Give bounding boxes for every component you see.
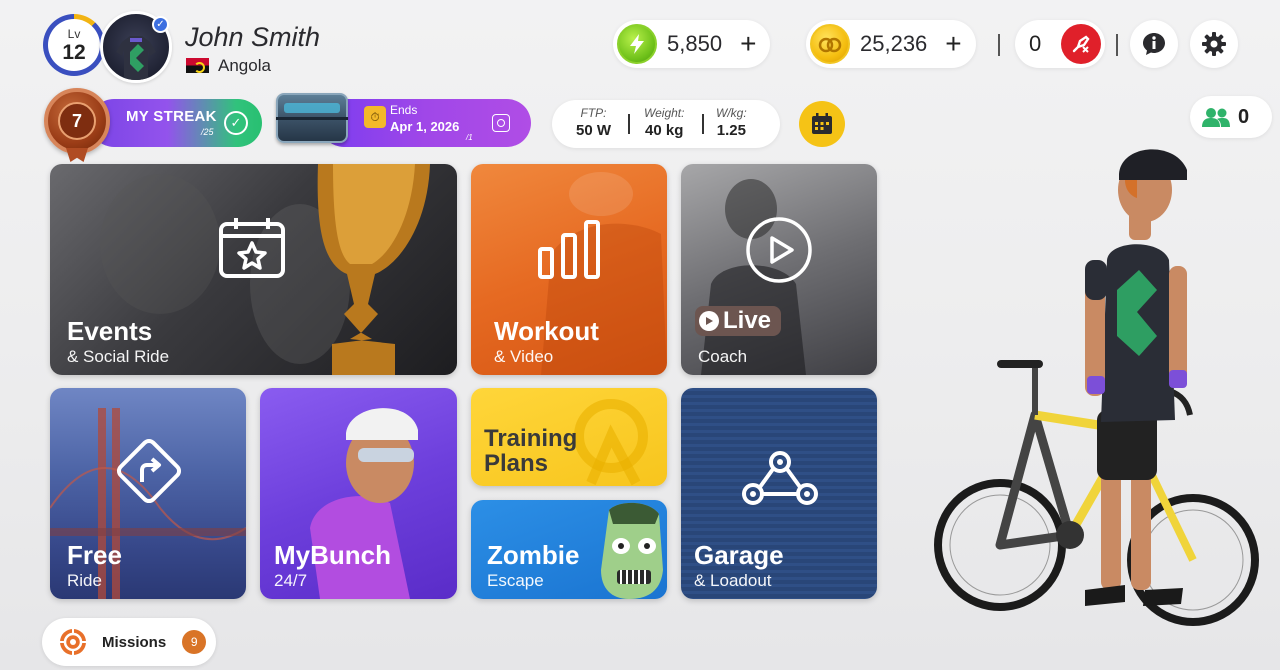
- calendar-button[interactable]: [799, 101, 845, 147]
- event-progress: /1: [466, 133, 473, 142]
- events-tile[interactable]: Events & Social Ride: [50, 164, 457, 375]
- zombie-title: Zombie: [487, 540, 580, 570]
- streak-label: MY STREAK: [126, 108, 217, 125]
- streak-value: 7: [58, 102, 96, 140]
- divider: [998, 34, 1000, 56]
- stat-label: FTP:: [580, 106, 607, 120]
- workout-title: Workout: [494, 316, 599, 346]
- reward-chest-icon: [276, 93, 348, 143]
- stat-label: Weight:: [644, 106, 685, 120]
- live-title: Live: [723, 307, 772, 334]
- play-circle-icon: [746, 217, 812, 283]
- stat-weight: Weight: 40 kg: [644, 106, 684, 139]
- stat-value: 1.25: [716, 122, 746, 139]
- calendar-star-icon: [219, 218, 285, 278]
- stat-value: 40 kg: [645, 122, 684, 139]
- free-ride-tile[interactable]: Free Ride: [50, 388, 246, 599]
- rider-stats[interactable]: FTP: 50 W Weight: 40 kg W/kg: 1.25: [552, 100, 780, 148]
- timer-icon: ⏱: [364, 106, 386, 128]
- friends-count: 0: [1238, 105, 1250, 128]
- user-name: John Smith: [185, 22, 321, 52]
- live-subtitle: Coach: [698, 347, 748, 366]
- strava-disconnected-icon[interactable]: [1061, 24, 1101, 64]
- user-country: Angola: [218, 56, 271, 75]
- add-energy-button[interactable]: +: [740, 28, 756, 60]
- divider: [702, 114, 704, 134]
- missions-button[interactable]: Missions 9: [42, 618, 216, 666]
- gear-icon: [1202, 32, 1226, 56]
- connections-count: 0: [1029, 31, 1042, 56]
- workout-subtitle: & Video: [494, 347, 554, 366]
- free-subtitle: Ride: [67, 571, 102, 590]
- calendar-icon: [812, 113, 832, 134]
- coins-balance[interactable]: 25,236 +: [806, 20, 976, 68]
- settings-button[interactable]: [1190, 20, 1238, 68]
- stat-wkg: W/kg: 1.25: [716, 106, 747, 139]
- training-title-line2: Plans: [484, 450, 549, 477]
- medal-ribbon: [66, 148, 88, 162]
- coin-icon: [810, 24, 850, 64]
- zombie-escape-tile[interactable]: Zombie Escape: [471, 500, 667, 599]
- angola-flag-icon: [186, 58, 209, 73]
- coins-amount: 25,236: [860, 31, 928, 56]
- info-button[interactable]: [1130, 20, 1178, 68]
- jersey-avatar-image: [116, 36, 156, 80]
- lightning-icon: [617, 24, 657, 64]
- mybunch-subtitle: 24/7: [274, 571, 308, 590]
- bar-chart-icon: [538, 220, 600, 279]
- workout-tile[interactable]: Workout & Video: [471, 164, 667, 375]
- live-coach-tile[interactable]: Live Coach: [681, 164, 877, 375]
- verified-badge-icon: ✓: [152, 16, 169, 33]
- ends-label: Ends: [390, 103, 418, 117]
- streak-medal-icon: 7: [44, 88, 110, 154]
- rider-with-bike-image: [934, 149, 1259, 626]
- target-icon: [492, 114, 510, 132]
- streak-progress: /25: [201, 127, 214, 137]
- info-icon: [1143, 33, 1165, 55]
- check-circle-icon: ✓: [224, 111, 248, 135]
- level-badge: Lv 12: [43, 14, 105, 76]
- friends-button[interactable]: 0: [1190, 96, 1272, 138]
- training-title: Training Plans: [484, 426, 577, 476]
- target-icon: [59, 628, 87, 656]
- connections-pill[interactable]: 0: [1015, 20, 1105, 68]
- mybunch-title: MyBunch: [274, 540, 391, 570]
- level-number: 12: [62, 40, 86, 64]
- energy-amount: 5,850: [667, 31, 723, 56]
- ends-date: Apr 1, 2026: [390, 119, 460, 134]
- level-prefix: Lv: [67, 26, 81, 41]
- chain-link-icon: [742, 451, 818, 505]
- stat-ftp: FTP: 50 W: [576, 106, 611, 139]
- stat-value: 50 W: [576, 122, 612, 139]
- missions-count-badge: 9: [182, 630, 207, 654]
- zombie-subtitle: Escape: [487, 571, 544, 590]
- live-badge: Live: [695, 306, 782, 336]
- energy-balance[interactable]: 5,850 +: [613, 20, 771, 68]
- mybunch-tile[interactable]: MyBunch 24/7: [260, 388, 457, 599]
- garage-subtitle: & Loadout: [694, 571, 772, 590]
- friends-icon: [1202, 108, 1230, 127]
- zombie-face-icon: [601, 502, 663, 599]
- divider: [1116, 34, 1118, 56]
- stat-label: W/kg:: [716, 106, 747, 120]
- missions-label: Missions: [102, 633, 167, 651]
- route-turn-icon: [116, 438, 182, 504]
- divider: [628, 114, 630, 134]
- training-plans-tile[interactable]: Training Plans: [471, 388, 667, 486]
- garage-title: Garage: [694, 540, 784, 570]
- free-title: Free: [67, 540, 122, 570]
- add-coins-button[interactable]: +: [945, 28, 961, 60]
- garage-tile[interactable]: Garage & Loadout: [681, 388, 877, 599]
- events-subtitle: & Social Ride: [67, 347, 170, 366]
- training-title-line1: Training: [484, 425, 578, 452]
- play-icon: [699, 311, 719, 331]
- events-title: Events: [67, 316, 153, 346]
